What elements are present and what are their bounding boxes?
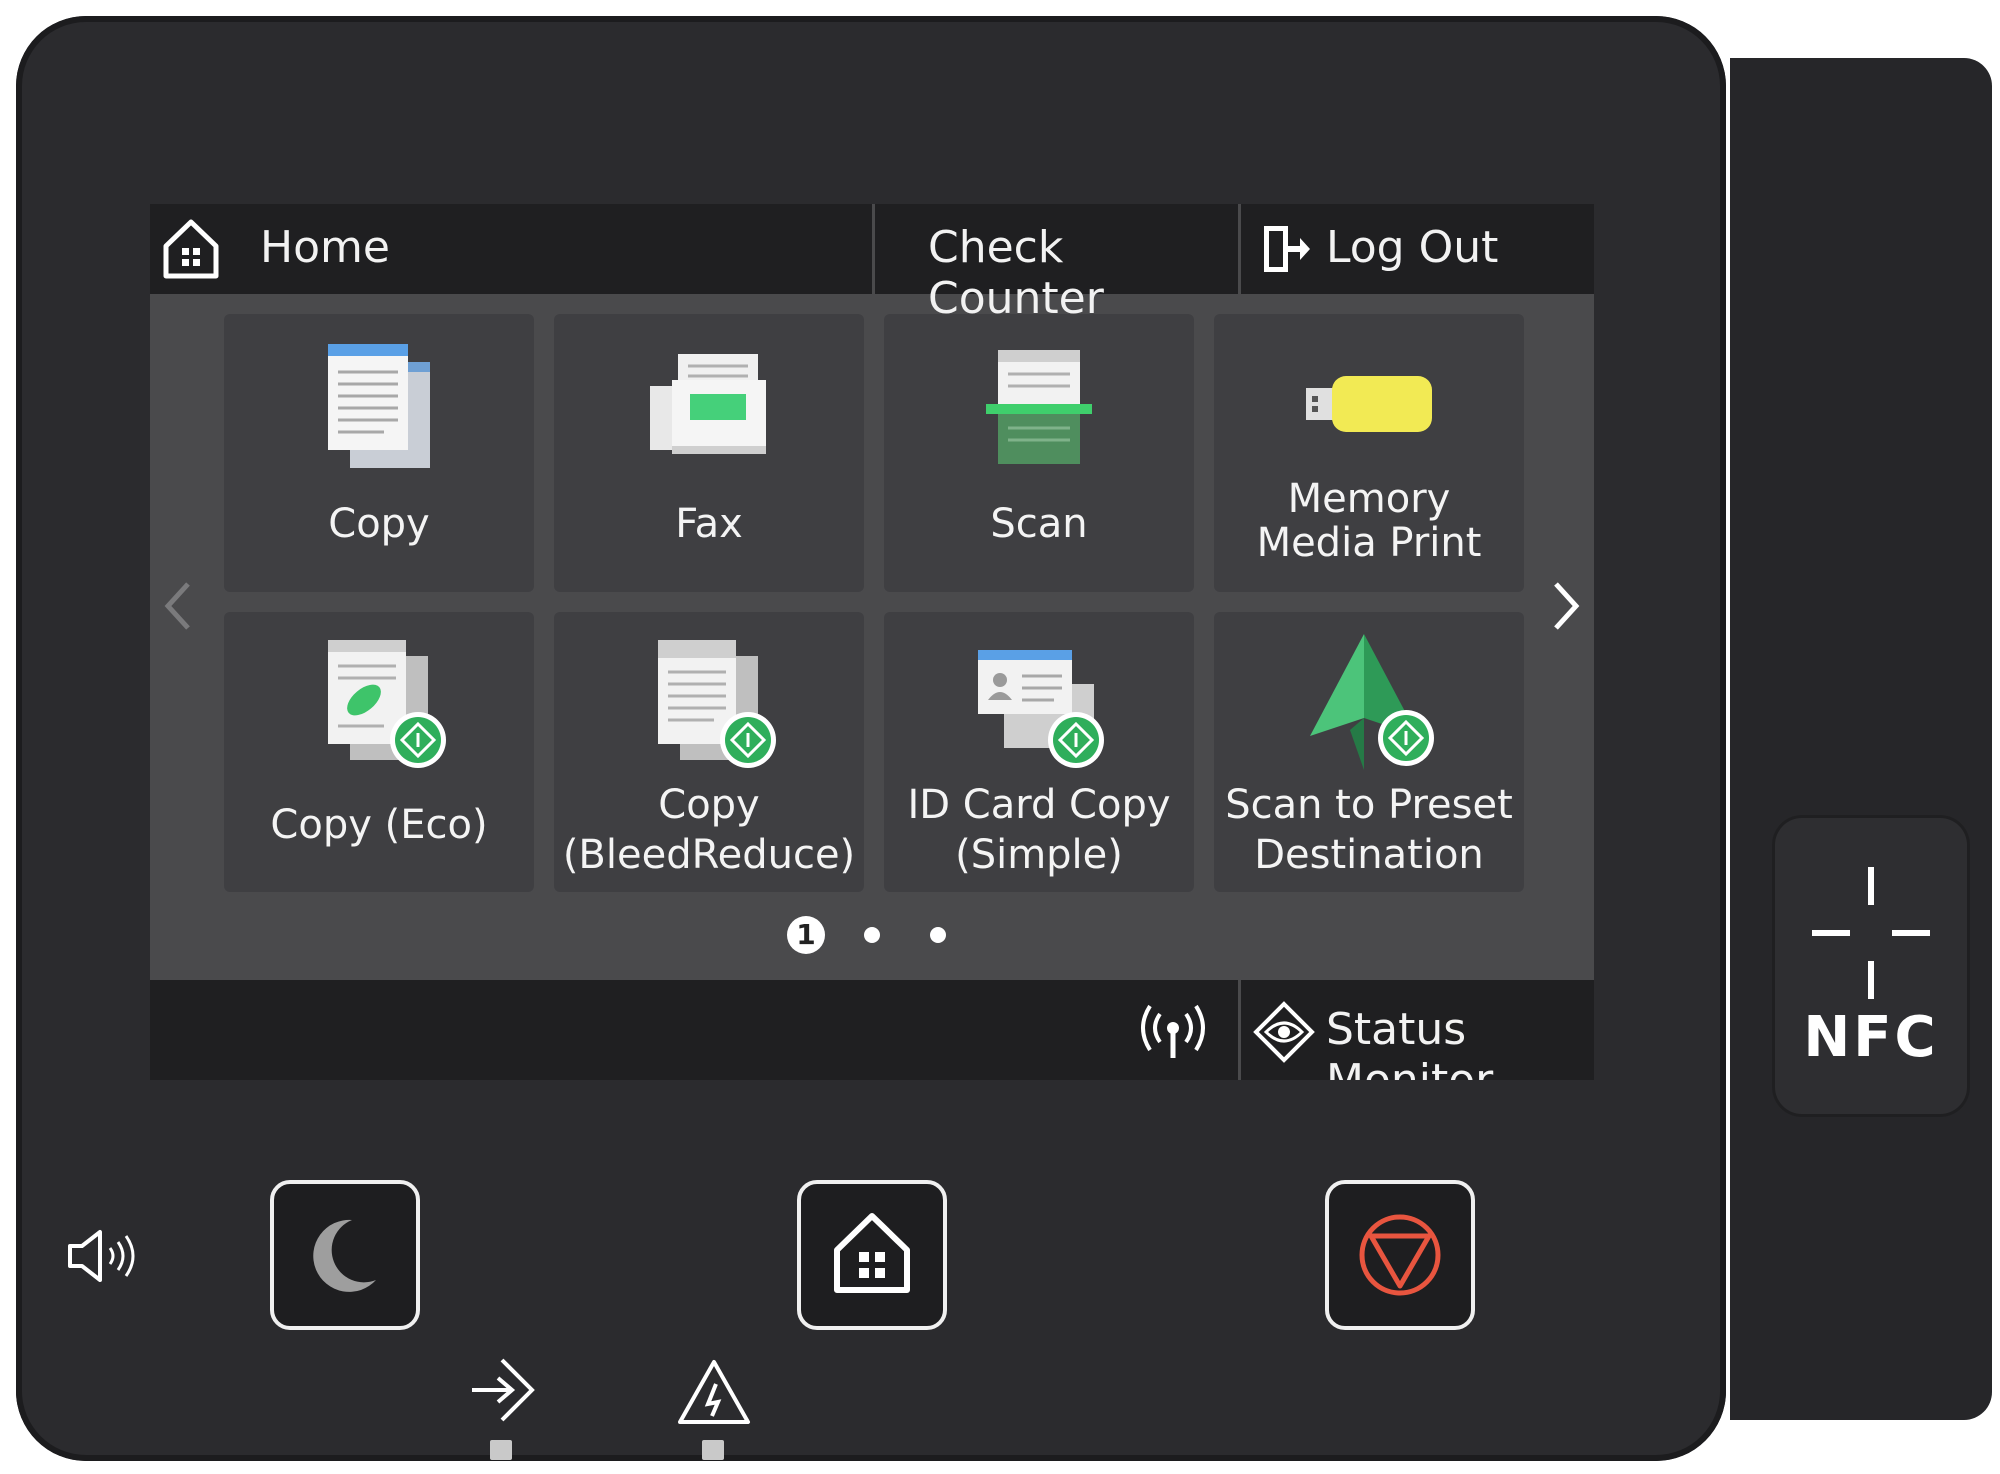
tile-memory-media-print[interactable]: Memory Media Print — [1214, 314, 1524, 592]
sleep-moon-icon — [313, 1219, 376, 1292]
page-indicator-dot[interactable] — [864, 927, 880, 943]
wireless-icon — [1141, 1004, 1205, 1058]
tile-label-line2: (BleedReduce) — [562, 832, 856, 878]
preset-badge-icon — [390, 712, 446, 768]
error-lamp — [702, 1440, 724, 1460]
energy-saver-button[interactable] — [270, 1180, 420, 1330]
home-icon — [834, 1213, 910, 1293]
home-button[interactable]: Home — [150, 204, 870, 294]
check-counter-label: Check Counter — [928, 222, 1104, 324]
tile-label: Fax — [675, 501, 743, 547]
tile-id-card-copy[interactable]: ID Card Copy (Simple) — [884, 612, 1194, 892]
copy-icon — [328, 344, 430, 468]
status-eye-icon — [1253, 1001, 1315, 1063]
paper-plane-icon — [1310, 634, 1434, 770]
nfc-label: NFC — [1803, 1005, 1939, 1070]
tile-label: Copy — [328, 501, 430, 547]
id-card-icon — [978, 650, 1104, 768]
tile-label-line2: (Simple) — [955, 832, 1123, 878]
tile-label-line1: ID Card Copy — [907, 782, 1171, 828]
home-hardware-button[interactable] — [797, 1180, 947, 1330]
page-indicator-current[interactable]: 1 — [787, 916, 825, 954]
tile-label-line2: Media Print — [1256, 520, 1482, 566]
nfc-reader-pad[interactable] — [1772, 815, 1970, 1117]
home-label: Home — [260, 222, 390, 273]
logout-button[interactable]: Log Out — [1242, 204, 1594, 294]
next-page-arrow[interactable] — [1546, 576, 1586, 636]
stop-button[interactable] — [1325, 1180, 1475, 1330]
nfc-icon — [1812, 867, 1930, 999]
stop-icon — [1359, 1214, 1441, 1296]
preset-badge-icon — [720, 712, 776, 768]
data-in-icon — [472, 1358, 535, 1422]
tile-label: Scan — [990, 501, 1088, 547]
page-indicator-dot[interactable] — [930, 927, 946, 943]
check-counter-button[interactable]: Check Counter — [876, 204, 1238, 324]
error-warning-icon — [678, 1360, 750, 1424]
copy-icon — [658, 640, 776, 768]
tile-label-line2: Destination — [1254, 832, 1484, 878]
scan-icon — [986, 350, 1092, 464]
logout-label: Log Out — [1326, 222, 1499, 273]
touch-screen: Home Check Counter Log Out Copy Fax Scan… — [150, 204, 1594, 1080]
top-bar: Home Check Counter Log Out — [150, 204, 1594, 324]
fax-icon — [650, 354, 766, 454]
status-monitor-button[interactable]: Status Monitor — [1242, 980, 1594, 1080]
tile-copy-bleedreduce[interactable]: Copy (BleedReduce) — [554, 612, 864, 892]
tile-label-line1: Copy — [658, 782, 760, 828]
divider — [1238, 980, 1241, 1080]
data-lamp — [490, 1440, 512, 1460]
preset-badge-icon — [1048, 712, 1104, 768]
prev-page-arrow[interactable] — [158, 576, 198, 636]
divider — [1238, 204, 1241, 294]
tile-fax[interactable]: Fax — [554, 314, 864, 592]
usb-memory-icon — [1306, 376, 1432, 432]
status-monitor-label: Status Monitor — [1326, 1004, 1493, 1080]
nfc-module — [1730, 58, 1992, 1420]
tile-scan[interactable]: Scan — [884, 314, 1194, 592]
tile-scan-to-preset[interactable]: Scan to Preset Destination — [1214, 612, 1524, 892]
volume-icon[interactable] — [64, 1226, 148, 1286]
home-icon — [163, 219, 219, 279]
tile-label-line1: Memory — [1287, 476, 1451, 522]
divider — [872, 204, 875, 294]
tile-label-line1: Scan to Preset — [1225, 782, 1513, 828]
tile-label: Copy (Eco) — [270, 802, 488, 848]
tile-copy-eco[interactable]: Copy (Eco) — [224, 612, 534, 892]
logout-icon — [1264, 226, 1310, 272]
preset-badge-icon — [1378, 710, 1434, 766]
eco-leaf-icon — [328, 640, 446, 768]
bottom-bar: Status Monitor — [150, 980, 1594, 1080]
tile-copy[interactable]: Copy — [224, 314, 534, 592]
